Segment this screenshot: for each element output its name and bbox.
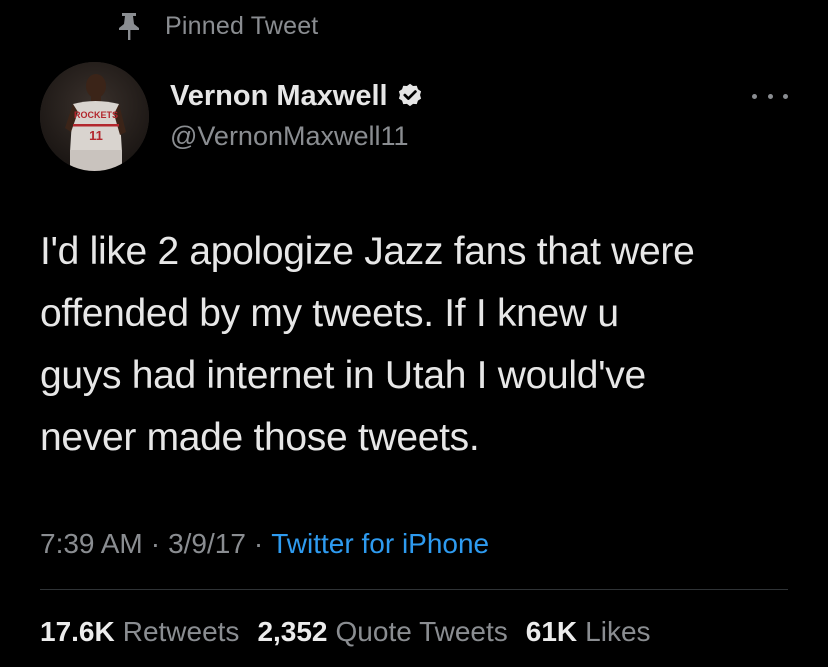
more-dot — [752, 93, 757, 99]
more-dot — [783, 93, 788, 99]
tweet-date[interactable]: 3/9/17 — [168, 528, 246, 560]
retweets-count: 17.6K — [40, 616, 115, 647]
retweets-stat[interactable]: 17.6K Retweets — [40, 616, 239, 648]
tweet-text-line: never made those tweets. — [40, 416, 480, 459]
likes-stat[interactable]: 61K Likes — [526, 616, 651, 648]
tweet-text-line: offended by my tweets. If I knew u — [40, 292, 619, 335]
pin-icon — [117, 11, 141, 41]
svg-text:11: 11 — [89, 128, 103, 143]
pinned-tweet-label: Pinned Tweet — [165, 11, 319, 40]
more-options-icon[interactable] — [752, 86, 788, 106]
verified-badge-icon — [396, 82, 424, 110]
pinned-tweet-header: Pinned Tweet — [117, 8, 318, 44]
author-handle[interactable]: @VernonMaxwell11 — [170, 121, 409, 152]
meta-separator: · — [150, 528, 161, 559]
tweet-text: I'd like 2 apologize Jazz fans that were… — [40, 221, 800, 469]
retweets-label: Retweets — [122, 616, 240, 647]
tweet-stats: 17.6K Retweets 2,352 Quote Tweets 61K Li… — [40, 612, 669, 652]
likes-label: Likes — [585, 616, 651, 647]
tweet-text-line: I'd like 2 apologize Jazz fans that were — [40, 230, 695, 273]
more-dot — [767, 93, 773, 99]
avatar[interactable]: ROCKETS 11 — [40, 62, 149, 171]
quote-tweets-label: Quote Tweets — [335, 616, 508, 647]
tweet-time[interactable]: 7:39 AM — [40, 528, 143, 560]
tweet-meta: 7:39 AM · 3/9/17 · Twitter for iPhone — [40, 524, 489, 564]
svg-text:ROCKETS: ROCKETS — [74, 110, 118, 120]
quote-tweets-count: 2,352 — [257, 616, 328, 647]
likes-count: 61K — [525, 616, 578, 647]
tweet-text-line: guys had internet in Utah I would've — [40, 354, 646, 397]
meta-separator: · — [253, 528, 264, 559]
quote-tweets-stat[interactable]: 2,352 Quote Tweets — [257, 616, 507, 648]
author-display-name[interactable]: Vernon Maxwell — [170, 80, 388, 113]
divider — [40, 589, 788, 590]
author-name-row[interactable]: Vernon Maxwell — [170, 78, 424, 114]
tweet-source-link[interactable]: Twitter for iPhone — [271, 528, 489, 560]
